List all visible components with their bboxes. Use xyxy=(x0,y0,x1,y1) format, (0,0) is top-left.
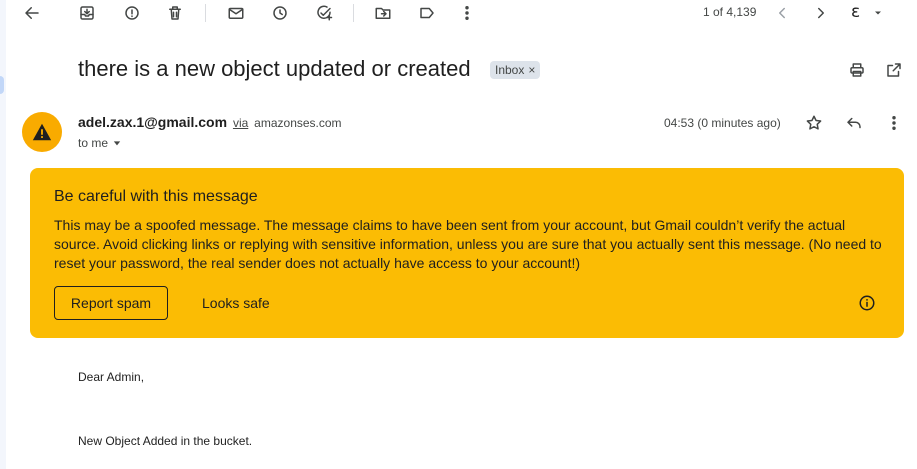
side-indicator xyxy=(0,76,4,94)
message-counter: 1 of 4,139 xyxy=(703,5,757,19)
next-icon[interactable] xyxy=(810,2,832,24)
message-toolbar: 1 of 4,139 ε xyxy=(0,0,917,26)
warning-triangle-icon xyxy=(32,123,52,141)
message-timestamp: 04:53 (0 minutes ago) xyxy=(664,116,781,130)
email-body-greeting: Dear Admin, xyxy=(78,370,145,384)
more-options-icon[interactable] xyxy=(456,2,478,24)
add-task-icon[interactable] xyxy=(313,2,335,24)
recipient-label: to me xyxy=(78,136,109,150)
warning-body: This may be a spoofed message. The messa… xyxy=(54,217,882,271)
toolbar-divider xyxy=(353,4,354,22)
remove-label-icon[interactable]: × xyxy=(528,63,535,77)
chevron-down-icon xyxy=(113,141,121,146)
snooze-icon[interactable] xyxy=(269,2,291,24)
label-icon[interactable] xyxy=(416,2,438,24)
mark-unread-icon[interactable] xyxy=(225,2,247,24)
looks-safe-button[interactable]: Looks safe xyxy=(190,286,282,320)
toolbar-divider xyxy=(205,4,206,22)
move-to-icon[interactable] xyxy=(372,2,394,24)
report-spam-button[interactable]: Report spam xyxy=(54,286,168,320)
email-subject: there is a new object updated or created xyxy=(78,56,471,81)
back-arrow-icon[interactable] xyxy=(21,2,43,24)
via-link[interactable]: via xyxy=(233,116,248,130)
sender-line: adel.zax.1@gmail.com via amazonses.com xyxy=(78,114,342,130)
input-tools-button[interactable]: ε xyxy=(851,2,860,22)
label-chip-text: Inbox xyxy=(495,63,525,77)
email-body-text: New Object Added in the bucket. xyxy=(78,434,253,448)
delete-icon[interactable] xyxy=(164,2,186,24)
dropdown-icon[interactable] xyxy=(867,2,889,24)
via-domain: amazonses.com xyxy=(254,116,342,130)
archive-icon[interactable] xyxy=(76,2,98,24)
left-panel-edge xyxy=(0,0,6,469)
spoof-warning-banner: Be careful with this message This may be… xyxy=(30,168,904,338)
prev-icon[interactable] xyxy=(771,2,793,24)
sender-email[interactable]: adel.zax.1@gmail.com xyxy=(78,114,227,130)
report-spam-icon[interactable] xyxy=(121,2,143,24)
inbox-label-chip[interactable]: Inbox × xyxy=(490,61,541,79)
star-icon[interactable] xyxy=(803,112,825,134)
recipient-details-toggle[interactable]: to me xyxy=(78,136,121,150)
reply-icon[interactable] xyxy=(843,112,865,134)
info-icon[interactable] xyxy=(858,294,876,312)
sender-avatar[interactable] xyxy=(22,112,62,152)
more-vert-icon[interactable] xyxy=(883,112,905,134)
print-icon[interactable] xyxy=(846,59,868,81)
open-new-window-icon[interactable] xyxy=(883,59,905,81)
warning-title: Be careful with this message xyxy=(54,188,258,205)
